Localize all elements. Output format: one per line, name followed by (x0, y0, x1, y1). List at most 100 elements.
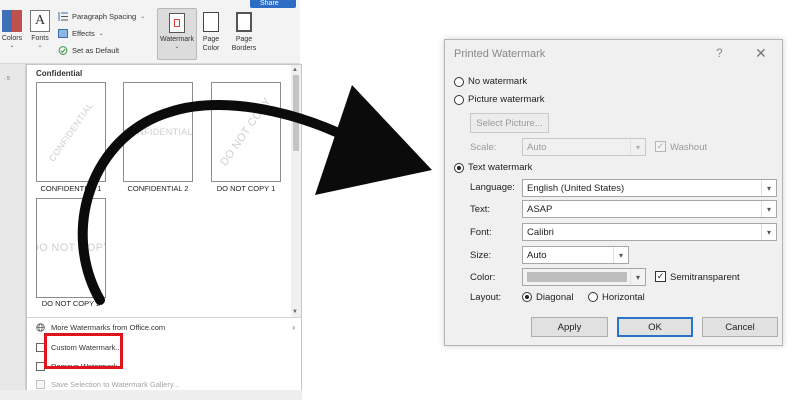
divider (27, 317, 302, 318)
chevron-down-icon: ▾ (761, 224, 776, 240)
chevron-down-icon: ⌄ (9, 43, 15, 49)
watermark-preview-text: CONFIDENTIAL (123, 127, 193, 137)
screenshot-root: Share Colors ⌄ A Fonts ⌄ Paragraph Spaci… (0, 0, 800, 400)
language-select[interactable]: English (United States) ▾ (522, 179, 777, 197)
colors-icon (2, 10, 22, 32)
watermark-icon (169, 13, 185, 33)
text-label: Text: (470, 204, 491, 215)
picture-watermark-radio[interactable] (454, 95, 464, 105)
watermark-label: Watermark (160, 36, 194, 43)
semitransparent-checkbox[interactable]: ✓ (655, 271, 666, 282)
fonts-button[interactable]: A Fonts ⌄ (29, 10, 51, 49)
washout-checkbox[interactable]: ✓ (655, 141, 666, 152)
checkmark-circle-icon (58, 46, 68, 55)
chevron-down-icon: ▾ (630, 139, 645, 155)
dialog-title: Printed Watermark (454, 48, 546, 60)
horizontal-radio[interactable] (588, 292, 598, 302)
chevron-down-icon: ▾ (613, 247, 628, 263)
colors-button[interactable]: Colors ⌄ (1, 10, 23, 49)
page-borders-label: Page Borders (231, 36, 257, 52)
fonts-label: Fonts (31, 35, 49, 42)
no-watermark-label: No watermark (468, 76, 528, 87)
watermark-preview-text: DO NOT COPY (37, 242, 105, 254)
paragraph-spacing-label: Paragraph Spacing (72, 12, 137, 21)
chevron-down-icon: ⌄ (98, 31, 104, 37)
scale-value: Auto (527, 141, 547, 153)
font-select[interactable]: Calibri ▾ (522, 223, 777, 241)
font-label: Font: (470, 227, 492, 238)
watermark-preview-text: DO NOT COPY (218, 95, 274, 169)
watermark-tile-label: DO NOT COPY 2 (41, 299, 101, 308)
set-as-default-label: Set as Default (72, 46, 120, 55)
page-borders-icon (236, 12, 252, 32)
save-page-icon (36, 380, 45, 389)
ruler: · 5 (4, 76, 10, 82)
text-combobox[interactable]: ASAP ▾ (522, 200, 777, 218)
paragraph-spacing-icon (58, 12, 68, 21)
watermark-tile-label: DO NOT COPY 1 (216, 184, 276, 193)
layout-label: Layout: (470, 292, 502, 303)
page-color-button[interactable]: Page Color (198, 10, 224, 53)
color-label: Color: (470, 272, 496, 283)
scale-label: Scale: (470, 142, 497, 153)
chevron-down-icon: ▾ (630, 269, 645, 285)
scrollbar-thumb[interactable] (293, 75, 299, 151)
save-selection-item: Save Selection to Watermark Gallery... (36, 380, 179, 389)
chevron-down-icon: ▾ (761, 201, 776, 217)
scroll-down-icon[interactable]: ▼ (292, 309, 298, 315)
more-watermarks-item[interactable]: More Watermarks from Office.com (36, 323, 165, 332)
scroll-up-icon[interactable]: ▲ (292, 67, 298, 73)
washout-label: Washout (670, 142, 708, 153)
diagonal-radio[interactable] (522, 292, 532, 302)
globe-icon (36, 323, 45, 332)
gallery-scrollbar[interactable]: ▲ ▼ (291, 65, 301, 317)
paragraph-spacing-button[interactable]: Paragraph Spacing ⌄ (58, 12, 145, 21)
size-select[interactable]: Auto ▾ (522, 246, 629, 264)
cancel-button[interactable]: Cancel (702, 317, 778, 337)
watermark-preview-text: CONFIDENTIAL (46, 100, 96, 164)
effects-button[interactable]: Effects ⌄ (58, 29, 104, 38)
help-icon[interactable]: ? (716, 46, 723, 60)
apply-button[interactable]: Apply (531, 317, 608, 337)
no-watermark-radio[interactable] (454, 77, 464, 87)
watermark-tile-confidential-1[interactable]: CONFIDENTIAL (36, 82, 106, 182)
text-value: ASAP (527, 203, 553, 215)
ok-button[interactable]: OK (617, 317, 693, 337)
watermark-tile-confidential-2[interactable]: CONFIDENTIAL (123, 82, 193, 182)
chevron-down-icon: ⌄ (140, 14, 146, 20)
colors-label: Colors (1, 35, 23, 42)
watermark-tile-do-not-copy-1[interactable]: DO NOT COPY (211, 82, 281, 182)
document-edge (0, 64, 26, 400)
page-color-icon (203, 12, 219, 32)
close-icon[interactable]: ✕ (755, 45, 767, 62)
text-watermark-radio[interactable] (454, 163, 464, 173)
semitransparent-label: Semitransparent (670, 272, 740, 283)
watermark-tile-label: CONFIDENTIAL 2 (127, 184, 189, 193)
chevron-down-icon: ⌄ (37, 43, 43, 49)
watermark-tile-do-not-copy-2[interactable]: DO NOT COPY (36, 198, 106, 298)
status-bar (0, 390, 302, 400)
select-picture-button[interactable]: Select Picture... (470, 113, 549, 133)
language-label: Language: (470, 182, 515, 193)
size-label: Size: (470, 250, 492, 261)
picture-watermark-label: Picture watermark (468, 94, 545, 105)
chevron-down-icon: ⌄ (174, 44, 180, 50)
chevron-down-icon: ▾ (761, 180, 776, 196)
font-value: Calibri (527, 226, 554, 238)
watermark-tile-label: CONFIDENTIAL 1 (40, 184, 102, 193)
printed-watermark-dialog: Printed Watermark ? ✕ No watermark Pictu… (444, 39, 783, 346)
fonts-icon: A (30, 10, 50, 32)
color-select[interactable]: ▾ (522, 268, 646, 286)
set-as-default-button[interactable]: Set as Default (58, 46, 119, 55)
language-value: English (United States) (527, 182, 625, 194)
size-value: Auto (527, 249, 547, 261)
watermark-button[interactable]: Watermark ⌄ (157, 8, 197, 60)
ribbon: Share Colors ⌄ A Fonts ⌄ Paragraph Spaci… (0, 0, 300, 64)
gallery-section-title: Confidential (36, 69, 83, 78)
chevron-right-icon: › (292, 323, 295, 332)
scale-select[interactable]: Auto ▾ (522, 138, 646, 156)
more-watermarks-label: More Watermarks from Office.com (51, 323, 166, 332)
effects-label: Effects (72, 29, 95, 38)
share-button[interactable]: Share (250, 0, 296, 8)
page-borders-button[interactable]: Page Borders (229, 10, 259, 53)
